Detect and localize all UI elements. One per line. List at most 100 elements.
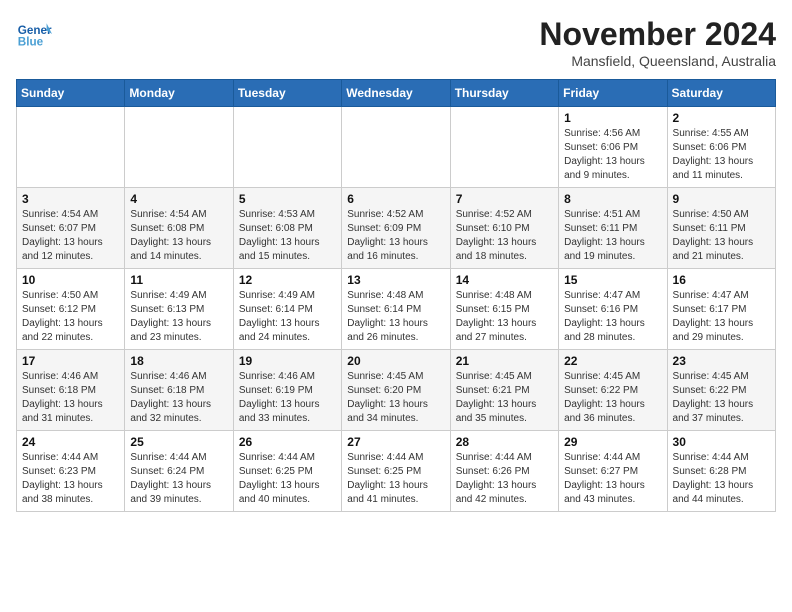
day-number: 3 [22, 192, 119, 206]
day-number: 18 [130, 354, 227, 368]
day-cell-3: 3 Sunrise: 4:54 AM Sunset: 6:07 PM Daylig… [17, 188, 125, 269]
day-cell-12: 12Sunrise: 4:49 AM Sunset: 6:14 PM Dayli… [233, 269, 341, 350]
day-info: Sunrise: 4:46 AM Sunset: 6:19 PM Dayligh… [239, 370, 336, 426]
day-info: Sunrise: 4:49 AM Sunset: 6:13 PM Dayligh… [130, 289, 227, 345]
day-info: Sunrise: 4:44 AM Sunset: 6:26 PM Dayligh… [456, 451, 553, 507]
day-number: 16 [673, 273, 770, 287]
day-cell-23: 23 Sunrise: 4:45 AM Sunset: 6:22 PM Dayli… [667, 350, 775, 431]
day-info: Sunrise: 4:50 AM Sunset: 6:12 PM Dayligh… [22, 289, 119, 345]
day-cell-13: 13Sunrise: 4:48 AM Sunset: 6:14 PM Dayli… [342, 269, 450, 350]
day-number: 14 [456, 273, 553, 287]
day-number: 6 [347, 192, 444, 206]
day-cell-empty [233, 107, 341, 188]
day-cell-27: 27 Sunrise: 4:44 AM Sunset: 6:25 PM Dayli… [342, 431, 450, 512]
day-cell-29: 29Sunrise: 4:44 AM Sunset: 6:27 PM Dayli… [559, 431, 667, 512]
day-info: Sunrise: 4:44 AM Sunset: 6:28 PM Dayligh… [673, 451, 770, 507]
day-cell-empty [17, 107, 125, 188]
day-cell-empty [125, 107, 233, 188]
day-number: 27 [347, 435, 444, 449]
day-cell-26: 26 Sunrise: 4:44 AM Sunset: 6:25 PM Dayli… [233, 431, 341, 512]
logo-icon: General Blue [16, 16, 52, 52]
day-number: 12 [239, 273, 336, 287]
week-row-1: 1 Sunrise: 4:56 AM Sunset: 6:06 PM Daylig… [17, 107, 776, 188]
day-number: 17 [22, 354, 119, 368]
day-info: Sunrise: 4:44 AM Sunset: 6:25 PM Dayligh… [347, 451, 444, 507]
day-info: Sunrise: 4:45 AM Sunset: 6:22 PM Dayligh… [564, 370, 661, 426]
day-info: Sunrise: 4:47 AM Sunset: 6:17 PM Dayligh… [673, 289, 770, 345]
weekday-header-monday: Monday [125, 80, 233, 107]
title-area: November 2024 Mansfield, Queensland, Aus… [539, 16, 776, 69]
day-cell-20: 20 Sunrise: 4:45 AM Sunset: 6:20 PM Dayli… [342, 350, 450, 431]
weekday-header-tuesday: Tuesday [233, 80, 341, 107]
location-subtitle: Mansfield, Queensland, Australia [539, 53, 776, 69]
day-info: Sunrise: 4:50 AM Sunset: 6:11 PM Dayligh… [673, 208, 770, 264]
weekday-header-friday: Friday [559, 80, 667, 107]
week-row-5: 24Sunrise: 4:44 AM Sunset: 6:23 PM Dayli… [17, 431, 776, 512]
day-number: 29 [564, 435, 661, 449]
day-cell-empty [450, 107, 558, 188]
day-info: Sunrise: 4:53 AM Sunset: 6:08 PM Dayligh… [239, 208, 336, 264]
day-info: Sunrise: 4:46 AM Sunset: 6:18 PM Dayligh… [22, 370, 119, 426]
day-cell-4: 4 Sunrise: 4:54 AM Sunset: 6:08 PM Daylig… [125, 188, 233, 269]
weekday-header-saturday: Saturday [667, 80, 775, 107]
day-number: 7 [456, 192, 553, 206]
calendar-table: SundayMondayTuesdayWednesdayThursdayFrid… [16, 79, 776, 512]
week-row-3: 10Sunrise: 4:50 AM Sunset: 6:12 PM Dayli… [17, 269, 776, 350]
day-cell-1: 1 Sunrise: 4:56 AM Sunset: 6:06 PM Daylig… [559, 107, 667, 188]
day-number: 9 [673, 192, 770, 206]
day-info: Sunrise: 4:56 AM Sunset: 6:06 PM Dayligh… [564, 127, 661, 183]
day-number: 11 [130, 273, 227, 287]
day-cell-18: 18 Sunrise: 4:46 AM Sunset: 6:18 PM Dayli… [125, 350, 233, 431]
day-cell-10: 10Sunrise: 4:50 AM Sunset: 6:12 PM Dayli… [17, 269, 125, 350]
weekday-header-wednesday: Wednesday [342, 80, 450, 107]
day-number: 2 [673, 111, 770, 125]
day-cell-6: 6 Sunrise: 4:52 AM Sunset: 6:09 PM Daylig… [342, 188, 450, 269]
day-info: Sunrise: 4:46 AM Sunset: 6:18 PM Dayligh… [130, 370, 227, 426]
day-cell-9: 9 Sunrise: 4:50 AM Sunset: 6:11 PM Daylig… [667, 188, 775, 269]
day-info: Sunrise: 4:51 AM Sunset: 6:11 PM Dayligh… [564, 208, 661, 264]
day-cell-14: 14 Sunrise: 4:48 AM Sunset: 6:15 PM Dayli… [450, 269, 558, 350]
week-row-4: 17 Sunrise: 4:46 AM Sunset: 6:18 PM Dayli… [17, 350, 776, 431]
day-cell-28: 28 Sunrise: 4:44 AM Sunset: 6:26 PM Dayli… [450, 431, 558, 512]
day-cell-7: 7 Sunrise: 4:52 AM Sunset: 6:10 PM Daylig… [450, 188, 558, 269]
day-cell-24: 24Sunrise: 4:44 AM Sunset: 6:23 PM Dayli… [17, 431, 125, 512]
day-number: 23 [673, 354, 770, 368]
day-cell-5: 5 Sunrise: 4:53 AM Sunset: 6:08 PM Daylig… [233, 188, 341, 269]
day-number: 20 [347, 354, 444, 368]
day-cell-empty [342, 107, 450, 188]
day-number: 22 [564, 354, 661, 368]
day-info: Sunrise: 4:52 AM Sunset: 6:10 PM Dayligh… [456, 208, 553, 264]
day-number: 13 [347, 273, 444, 287]
day-info: Sunrise: 4:48 AM Sunset: 6:15 PM Dayligh… [456, 289, 553, 345]
day-number: 30 [673, 435, 770, 449]
day-cell-21: 21 Sunrise: 4:45 AM Sunset: 6:21 PM Dayli… [450, 350, 558, 431]
day-info: Sunrise: 4:45 AM Sunset: 6:22 PM Dayligh… [673, 370, 770, 426]
day-info: Sunrise: 4:44 AM Sunset: 6:25 PM Dayligh… [239, 451, 336, 507]
day-number: 8 [564, 192, 661, 206]
day-number: 1 [564, 111, 661, 125]
day-number: 15 [564, 273, 661, 287]
day-number: 21 [456, 354, 553, 368]
day-info: Sunrise: 4:52 AM Sunset: 6:09 PM Dayligh… [347, 208, 444, 264]
day-cell-11: 11 Sunrise: 4:49 AM Sunset: 6:13 PM Dayli… [125, 269, 233, 350]
month-title: November 2024 [539, 16, 776, 53]
day-info: Sunrise: 4:45 AM Sunset: 6:20 PM Dayligh… [347, 370, 444, 426]
week-row-2: 3 Sunrise: 4:54 AM Sunset: 6:07 PM Daylig… [17, 188, 776, 269]
day-number: 28 [456, 435, 553, 449]
day-info: Sunrise: 4:47 AM Sunset: 6:16 PM Dayligh… [564, 289, 661, 345]
day-info: Sunrise: 4:44 AM Sunset: 6:24 PM Dayligh… [130, 451, 227, 507]
logo: General Blue [16, 16, 52, 52]
day-info: Sunrise: 4:54 AM Sunset: 6:08 PM Dayligh… [130, 208, 227, 264]
day-cell-22: 22 Sunrise: 4:45 AM Sunset: 6:22 PM Dayli… [559, 350, 667, 431]
day-number: 26 [239, 435, 336, 449]
day-number: 24 [22, 435, 119, 449]
day-info: Sunrise: 4:54 AM Sunset: 6:07 PM Dayligh… [22, 208, 119, 264]
day-info: Sunrise: 4:45 AM Sunset: 6:21 PM Dayligh… [456, 370, 553, 426]
day-number: 4 [130, 192, 227, 206]
weekday-header-row: SundayMondayTuesdayWednesdayThursdayFrid… [17, 80, 776, 107]
day-number: 25 [130, 435, 227, 449]
header: General Blue November 2024 Mansfield, Qu… [16, 16, 776, 69]
weekday-header-sunday: Sunday [17, 80, 125, 107]
day-cell-19: 19Sunrise: 4:46 AM Sunset: 6:19 PM Dayli… [233, 350, 341, 431]
day-number: 5 [239, 192, 336, 206]
